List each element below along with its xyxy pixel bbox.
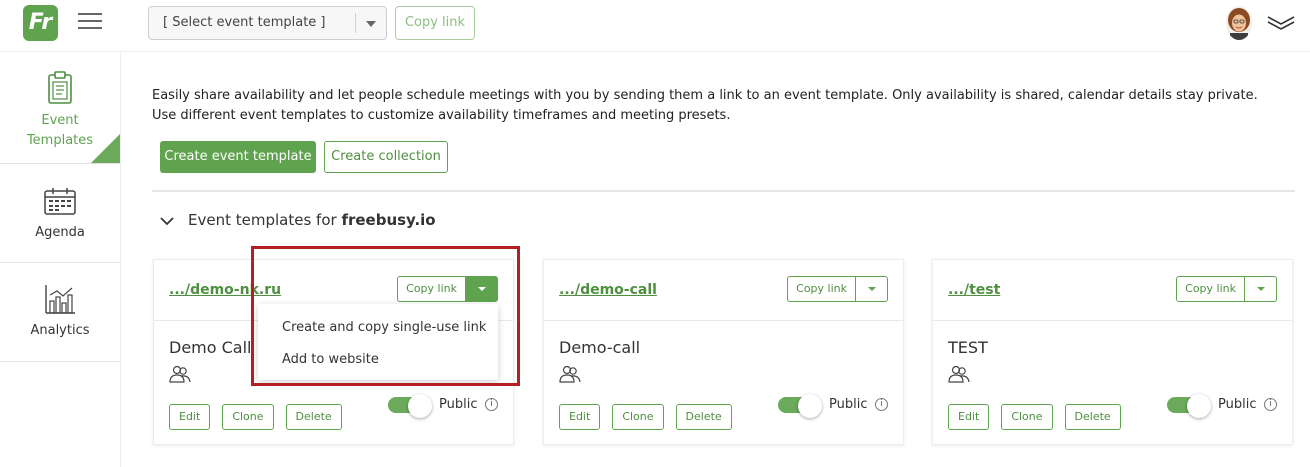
user-avatar[interactable] — [1226, 6, 1252, 40]
card-actions: Edit Clone Delete — [948, 404, 1133, 430]
copy-link-button[interactable]: Copy link — [397, 276, 466, 302]
chevron-down-icon — [160, 216, 174, 225]
double-chevron-down-icon[interactable] — [1266, 14, 1296, 30]
menu-item-add-to-website[interactable]: Add to website — [282, 352, 379, 367]
people-icon — [559, 365, 581, 383]
section-title-domain: freebusy.io — [341, 211, 436, 229]
select-separator — [355, 13, 356, 33]
template-link[interactable]: .../test — [948, 282, 1000, 298]
public-toggle[interactable] — [388, 394, 432, 418]
template-link[interactable]: .../demo-call — [559, 282, 657, 298]
sidebar-item-label: Event — [41, 113, 79, 128]
card-actions: Edit Clone Delete — [169, 404, 354, 430]
copy-link-group: Copy link — [397, 276, 498, 302]
card-actions: Edit Clone Delete — [559, 404, 744, 430]
sidebar-divider — [0, 163, 120, 164]
clone-button[interactable]: Clone — [222, 404, 274, 430]
public-toggle[interactable] — [778, 394, 822, 418]
sidebar-item-label: Agenda — [35, 225, 85, 240]
bar-chart-icon — [45, 285, 75, 314]
template-name: TEST — [948, 338, 988, 357]
public-label: Public — [439, 397, 478, 412]
section-header-event-templates[interactable]: Event templates for freebusy.io — [160, 209, 436, 231]
edit-button[interactable]: Edit — [559, 404, 601, 430]
copy-link-button[interactable]: Copy link — [787, 276, 856, 302]
event-template-card: .../test Copy link TEST Edit Clone Delet… — [932, 259, 1293, 445]
copy-link-button[interactable]: Copy link — [1176, 276, 1245, 302]
caret-down-icon — [1257, 287, 1265, 291]
people-icon — [169, 365, 191, 383]
intro-line: Easily share availability and let people… — [152, 88, 1258, 103]
delete-button[interactable]: Delete — [1064, 404, 1121, 430]
delete-button[interactable]: Delete — [285, 404, 342, 430]
app-logo[interactable]: Fr — [23, 5, 58, 41]
sidebar-item-label: Analytics — [30, 323, 90, 338]
public-label: Public — [1218, 397, 1257, 412]
template-link[interactable]: .../demo-nk.ru — [169, 282, 281, 298]
intro-line: Use different event templates to customi… — [152, 108, 731, 123]
copy-link-group: Copy link — [1176, 276, 1277, 302]
intro-text: Easily share availability and let people… — [152, 86, 1258, 126]
info-icon[interactable]: i — [1264, 398, 1277, 411]
edit-button[interactable]: Edit — [948, 404, 990, 430]
section-title-prefix: Event templates for — [188, 211, 342, 229]
template-name: Demo Call — [169, 338, 252, 357]
clipboard-icon — [48, 71, 72, 104]
active-indicator — [90, 134, 120, 164]
delete-button[interactable]: Delete — [675, 404, 732, 430]
card-header: .../demo-call Copy link — [544, 260, 903, 321]
copy-link-group: Copy link — [787, 276, 888, 302]
edit-button[interactable]: Edit — [169, 404, 211, 430]
event-template-card: .../demo-call Copy link Demo-call Edit C… — [543, 259, 904, 445]
copy-link-dropdown-menu: Create and copy single-use link Add to w… — [258, 304, 498, 380]
people-icon — [948, 365, 970, 383]
create-event-template-button[interactable]: Create event template — [160, 141, 316, 173]
sidebar-divider — [0, 262, 120, 263]
chevron-down-icon — [366, 21, 376, 27]
event-template-select-value: [ Select event template ] — [163, 15, 326, 30]
calendar-icon — [44, 188, 76, 215]
public-toggle[interactable] — [1167, 394, 1211, 418]
section-divider — [152, 190, 1295, 192]
menu-item-create-single-use-link[interactable]: Create and copy single-use link — [282, 320, 486, 335]
caret-down-icon — [868, 287, 876, 291]
template-name: Demo-call — [559, 338, 641, 357]
copy-link-dropdown-toggle[interactable] — [466, 276, 498, 302]
info-icon[interactable]: i — [485, 398, 498, 411]
menu-icon[interactable] — [78, 13, 102, 31]
create-collection-button[interactable]: Create collection — [324, 141, 448, 173]
info-icon[interactable]: i — [875, 398, 888, 411]
copy-link-button-disabled[interactable]: Copy link — [395, 6, 475, 40]
top-bar: Fr [ Select event template ] Copy link — [0, 0, 1310, 52]
card-header: .../test Copy link — [933, 260, 1292, 321]
sidebar-item-agenda[interactable]: Agenda — [0, 187, 120, 243]
copy-link-dropdown-toggle[interactable] — [856, 276, 888, 302]
event-template-select[interactable]: [ Select event template ] — [148, 6, 387, 40]
clone-button[interactable]: Clone — [1001, 404, 1053, 430]
sidebar-item-analytics[interactable]: Analytics — [0, 283, 120, 341]
sidebar-divider — [0, 361, 120, 362]
public-label: Public — [829, 397, 868, 412]
copy-link-dropdown-toggle[interactable] — [1245, 276, 1277, 302]
sidebar: Event Templates Agenda Analytics — [0, 53, 121, 467]
clone-button[interactable]: Clone — [612, 404, 664, 430]
caret-down-icon — [478, 287, 486, 291]
